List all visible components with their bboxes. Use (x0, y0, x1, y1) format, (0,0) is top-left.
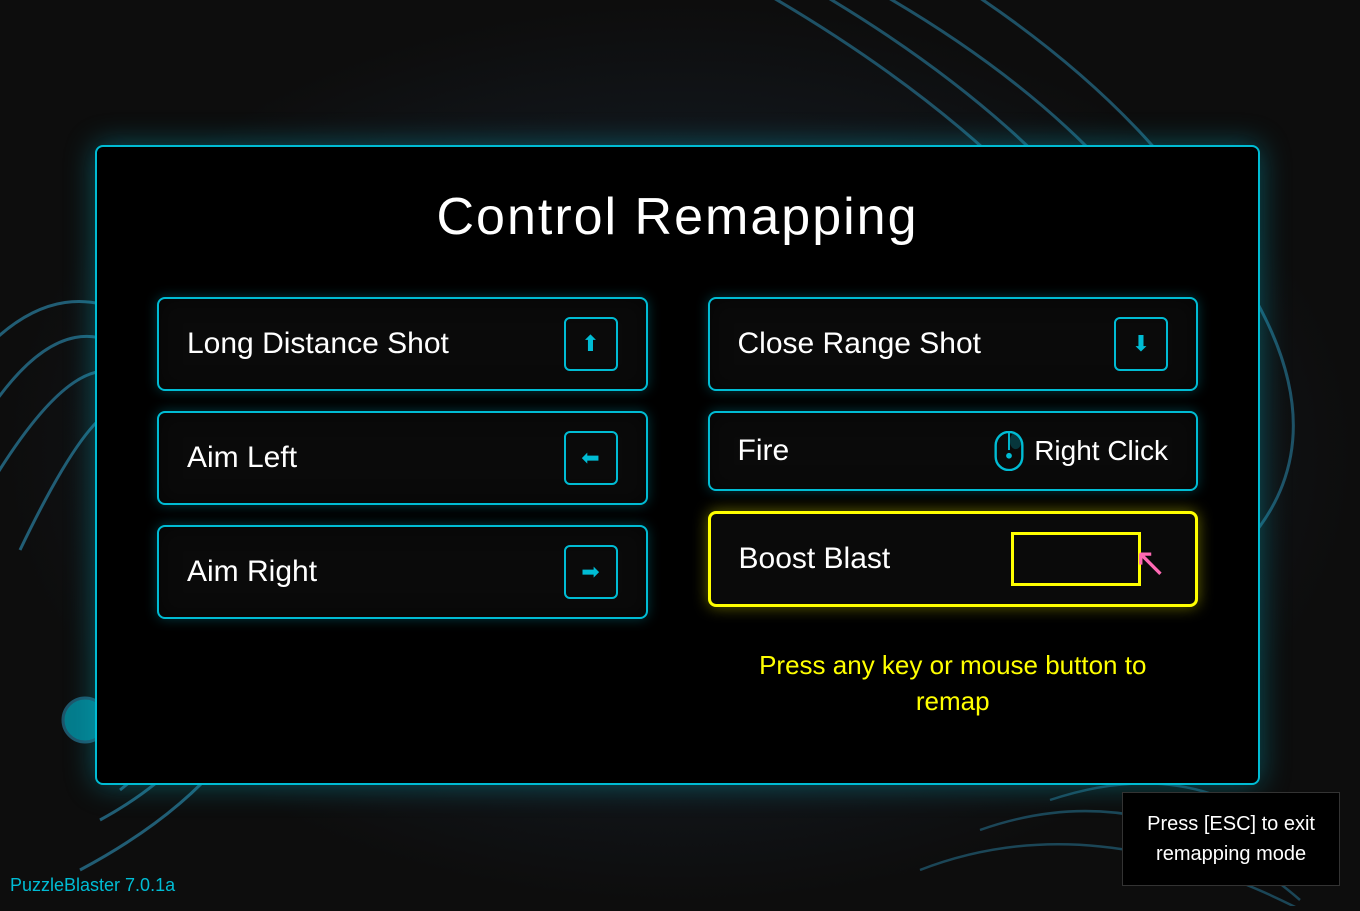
boost-blast-button[interactable]: Boost Blast ↖ (708, 511, 1199, 607)
dialog-panel: Control Remapping Long Distance Shot ⬆ A… (95, 145, 1260, 785)
right-column: Close Range Shot ⬇ Fire R (708, 297, 1199, 720)
boost-blast-label: Boost Blast (739, 542, 1012, 576)
aim-right-key: ➡ (564, 545, 618, 599)
left-column: Long Distance Shot ⬆ Aim Left ⬅ Aim Righ… (157, 297, 648, 720)
fire-button[interactable]: Fire Right Click (708, 411, 1199, 491)
close-range-shot-button[interactable]: Close Range Shot ⬇ (708, 297, 1199, 391)
close-range-shot-label: Close Range Shot (738, 327, 1115, 361)
close-range-shot-key: ⬇ (1114, 317, 1168, 371)
long-distance-shot-label: Long Distance Shot (187, 327, 564, 361)
dialog-title: Control Remapping (157, 187, 1198, 247)
mouse-icon (994, 431, 1024, 471)
right-click-label: Right Click (1034, 435, 1168, 467)
cursor-pointer-icon: ↖ (1133, 540, 1167, 586)
aim-right-label: Aim Right (187, 555, 564, 589)
aim-right-button[interactable]: Aim Right ➡ (157, 525, 648, 619)
controls-grid: Long Distance Shot ⬆ Aim Left ⬅ Aim Righ… (157, 297, 1198, 720)
aim-left-label: Aim Left (187, 441, 564, 475)
remap-empty-box (1011, 532, 1141, 586)
fire-key-binding: Right Click (994, 431, 1168, 471)
remap-prompt: Press any key or mouse button to remap (708, 647, 1199, 720)
fire-label: Fire (738, 434, 995, 468)
boost-blast-remap-area: ↖ (1011, 532, 1167, 586)
long-distance-shot-button[interactable]: Long Distance Shot ⬆ (157, 297, 648, 391)
version-label: PuzzleBlaster 7.0.1a (10, 875, 175, 896)
long-distance-shot-key: ⬆ (564, 317, 618, 371)
esc-hint: Press [ESC] to exit remapping mode (1122, 792, 1340, 886)
aim-left-key: ⬅ (564, 431, 618, 485)
aim-left-button[interactable]: Aim Left ⬅ (157, 411, 648, 505)
